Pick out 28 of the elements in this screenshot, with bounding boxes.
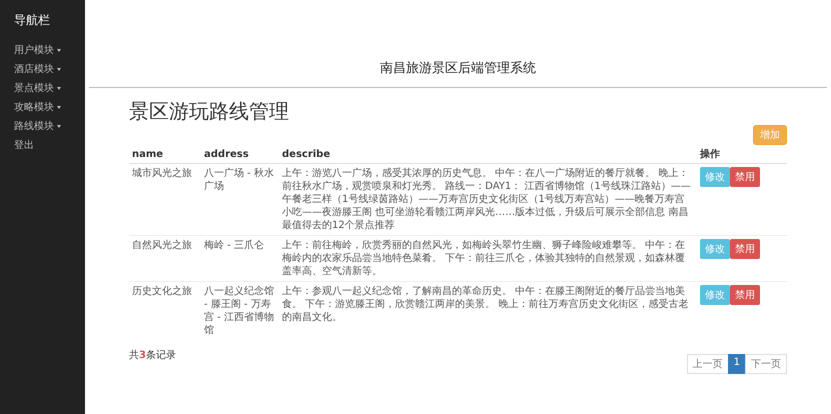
table-cell: 上午：参观八一起义纪念馆，了解南昌的革命历史。 中午：在滕王阁附近的餐厅品尝当地美食。 下午：游览滕王阁，欣赏赣江两岸的美景。 晚上：前往万寿宫历史文化街区，感受古老的南昌文化。 [282, 286, 688, 323]
next-page-button[interactable]: 下一页 [745, 354, 787, 374]
table-cell: 自然风光之旅 [132, 240, 192, 251]
table-cell: 八一广场 - 秋水广场 [204, 168, 274, 192]
table-cell: 城市风光之旅 [132, 168, 192, 179]
nav-item[interactable]: 路线模块 [0, 117, 85, 136]
table-cell: 上午：前往梅岭，欣赏秀丽的自然风光，如梅岭头翠竹生幽、狮子峰险峻难攀等。 中午：在梅岭内的农家乐品尝当地特色菜肴。 下午：前往三爪仑，体验其独特的自然景观，如森林覆盖率高、空气清新等。 [282, 240, 686, 277]
nav-item[interactable]: 景点模块 [0, 79, 85, 98]
column-header: 操作 [700, 149, 720, 160]
nav-item[interactable]: 登出 [0, 136, 85, 155]
table-cell: 梅岭 - 三爪仑 [204, 240, 264, 251]
system-title: 南昌旅游景区后端管理系统 [380, 60, 536, 77]
sidebar-title: 导航栏 [13, 12, 51, 29]
column-header: name [132, 148, 164, 160]
column-header: describe [282, 148, 330, 160]
table-cell: 历史文化之旅 [132, 286, 192, 297]
column-header: address [204, 148, 249, 160]
nav-item[interactable]: 攻略模块 [0, 98, 85, 117]
disable-button[interactable]: 禁用 [730, 285, 760, 305]
disable-button[interactable]: 禁用 [730, 167, 760, 187]
table-cell: 八一起义纪念馆 - 滕王阁 - 万寿宫 - 江西省博物馆 [204, 286, 274, 336]
page-title: 景区游玩路线管理 [129, 98, 290, 125]
nav-item[interactable]: 酒店模块 [0, 60, 85, 79]
nav-item[interactable]: 用户模块 [0, 41, 85, 60]
table-cell: 上午：游览八一广场，感受其浓厚的历史气息。 中午：在八一广场附近的餐厅就餐。 晚上：前往秋水广场，观赏喷泉和灯光秀。 路线一：DAY1： 江西省博物馆（1号线珠江路站）——午餐老三样（1号线绿茵路站）——万寿宫历史文化街区（1号线万寿宫站）——晚餐万寿宫小吃——夜游滕王阁 也可坐游轮看赣江两岸风光……版本过低，升级后可展示全部信息 南昌最值得去的12个景点推荐 [282, 168, 691, 231]
page-button[interactable]: 1 [728, 354, 746, 374]
record-count: 共3条记录 [129, 348, 176, 362]
disable-button[interactable]: 禁用 [730, 239, 760, 259]
